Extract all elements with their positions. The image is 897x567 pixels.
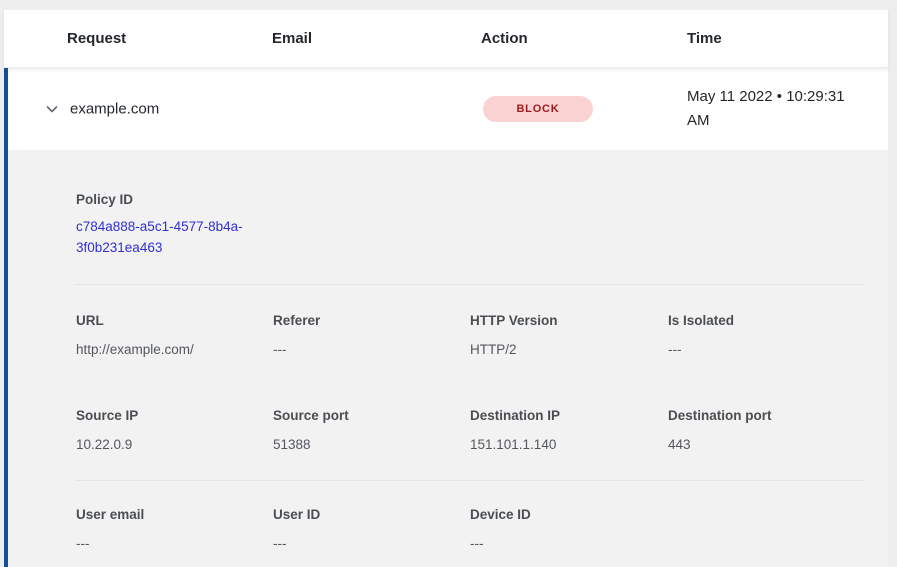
field-label: HTTP Version bbox=[470, 311, 668, 331]
chevron-down-icon bbox=[44, 101, 60, 117]
table-row[interactable]: example.com BLOCK May 11 2022 • 10:29:31… bbox=[4, 68, 888, 150]
field-value: --- bbox=[470, 534, 668, 554]
column-header-time: Time bbox=[687, 30, 888, 47]
column-header-action: Action bbox=[481, 30, 687, 47]
field-label: Is Isolated bbox=[668, 311, 865, 331]
column-header-email: Email bbox=[272, 30, 481, 47]
field-label: Source IP bbox=[76, 406, 273, 426]
row-request-value: example.com bbox=[70, 101, 159, 118]
source-ip-field: Source IP 10.22.0.9 bbox=[76, 406, 273, 455]
row-time-value: May 11 2022 • 10:29:31 AM bbox=[687, 85, 869, 133]
field-value: HTTP/2 bbox=[470, 340, 668, 360]
is-isolated-field: Is Isolated --- bbox=[668, 311, 865, 360]
log-table-card: Request Email Action Time example.com BL… bbox=[4, 10, 888, 567]
destination-port-field: Destination port 443 bbox=[668, 406, 865, 455]
destination-ip-field: Destination IP 151.101.1.140 bbox=[470, 406, 668, 455]
expanded-row-indicator-bar bbox=[4, 68, 8, 567]
device-id-field: Device ID --- bbox=[470, 505, 668, 554]
field-value: 10.22.0.9 bbox=[76, 435, 273, 455]
field-value: --- bbox=[76, 534, 273, 554]
user-id-field: User ID --- bbox=[273, 505, 470, 554]
user-email-field: User email --- bbox=[76, 505, 273, 554]
field-value: http://example.com/ bbox=[76, 340, 273, 360]
network-fields-section: Source IP 10.22.0.9 Source port 51388 De… bbox=[76, 406, 865, 455]
field-label: Destination IP bbox=[470, 406, 668, 426]
field-value: 443 bbox=[668, 435, 865, 455]
source-port-field: Source port 51388 bbox=[273, 406, 470, 455]
table-header: Request Email Action Time bbox=[4, 10, 888, 68]
field-label: URL bbox=[76, 311, 273, 331]
http-fields-section: URL http://example.com/ Referer --- HTTP… bbox=[76, 311, 865, 360]
field-label: Device ID bbox=[470, 505, 668, 525]
field-label: Source port bbox=[273, 406, 470, 426]
policy-id-label: Policy ID bbox=[76, 190, 865, 210]
field-label: Referer bbox=[273, 311, 470, 331]
column-header-request: Request bbox=[67, 30, 272, 47]
field-label: User ID bbox=[273, 505, 470, 525]
action-status-badge: BLOCK bbox=[483, 96, 593, 122]
field-value: 151.101.1.140 bbox=[470, 435, 668, 455]
row-detail-panel: Policy ID c784a888-a5c1-4577-8b4a-3f0b23… bbox=[4, 150, 888, 567]
http-version-field: HTTP Version HTTP/2 bbox=[470, 311, 668, 360]
referer-field: Referer --- bbox=[273, 311, 470, 360]
policy-id-field: Policy ID c784a888-a5c1-4577-8b4a-3f0b23… bbox=[76, 190, 865, 258]
field-value: 51388 bbox=[273, 435, 470, 455]
section-divider bbox=[76, 480, 865, 481]
field-label: Destination port bbox=[668, 406, 865, 426]
field-label: User email bbox=[76, 505, 273, 525]
user-fields-section: User email --- User ID --- Device ID --- bbox=[76, 505, 865, 554]
field-value: --- bbox=[273, 534, 470, 554]
section-divider bbox=[76, 284, 865, 285]
url-field: URL http://example.com/ bbox=[76, 311, 273, 360]
policy-id-link[interactable]: c784a888-a5c1-4577-8b4a-3f0b231ea463 bbox=[76, 216, 272, 258]
field-value: --- bbox=[668, 340, 865, 360]
field-value: --- bbox=[273, 340, 470, 360]
collapse-row-button[interactable] bbox=[42, 99, 62, 119]
